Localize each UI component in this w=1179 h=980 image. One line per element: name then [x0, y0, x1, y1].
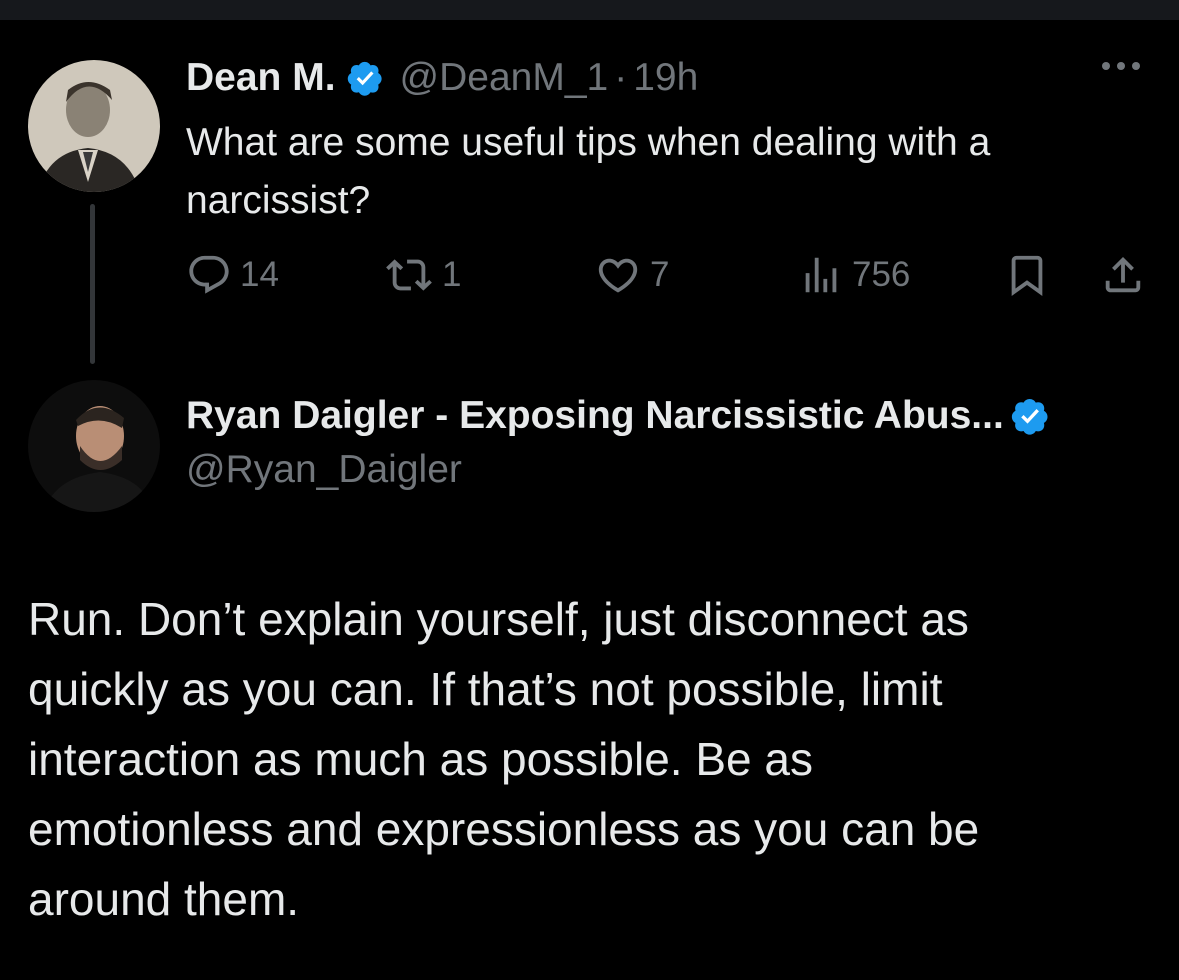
parent-tweet-text: What are some useful tips when dealing w… — [186, 114, 990, 230]
parent-display-name[interactable]: Dean M. — [186, 56, 336, 100]
share-icon — [1105, 256, 1141, 293]
views-button[interactable]: 756 — [798, 250, 910, 300]
reply-display-name[interactable]: Ryan Daigler - Exposing Narcissistic Abu… — [186, 394, 1004, 438]
parent-text-line: narcissist? — [186, 179, 371, 222]
avatar-dean[interactable] — [28, 60, 160, 192]
status-bar — [0, 0, 1179, 20]
reply-handle-row: @Ryan_Daigler — [186, 446, 462, 494]
reply-text-line: Run. Don’t explain yourself, just discon… — [28, 593, 969, 645]
like-count: 7 — [650, 255, 670, 294]
thread-connector-line — [90, 204, 95, 364]
verified-badge-icon — [1010, 396, 1050, 436]
reply-text-line: around them. — [28, 873, 300, 925]
reply-tweet-text: Run. Don’t explain yourself, just discon… — [28, 584, 1158, 934]
parent-handle[interactable]: @DeanM_1 — [400, 56, 609, 100]
reply-icon — [189, 255, 229, 294]
reply-tweet-header: Ryan Daigler - Exposing Narcissistic Abu… — [186, 392, 1050, 440]
more-icon[interactable] — [1102, 62, 1140, 70]
reply-text-line: quickly as you can. If that’s not possib… — [28, 663, 943, 715]
verified-badge-icon — [346, 59, 384, 97]
parent-tweet-header: Dean M. @DeanM_1 · 19h — [186, 54, 698, 102]
parent-action-bar: 14 1 7 756 — [186, 250, 1150, 300]
parent-timestamp[interactable]: 19h — [633, 56, 698, 100]
reply-count: 14 — [240, 255, 279, 294]
reply-text-line: emotionless and expressionless as you ca… — [28, 803, 980, 855]
handle-time-separator: · — [614, 56, 628, 99]
avatar-ryan[interactable] — [28, 380, 160, 512]
repost-count: 1 — [442, 255, 462, 294]
share-button[interactable] — [1100, 250, 1146, 300]
bookmark-icon — [1011, 255, 1043, 296]
repost-button[interactable]: 1 — [384, 250, 461, 300]
views-icon — [805, 257, 837, 293]
like-icon — [598, 258, 638, 293]
reply-button[interactable]: 14 — [186, 250, 279, 300]
reply-handle[interactable]: @Ryan_Daigler — [186, 448, 462, 492]
reply-text-line: interaction as much as possible. Be as — [28, 733, 813, 785]
like-button[interactable]: 7 — [594, 250, 669, 300]
views-count: 756 — [852, 255, 911, 294]
bookmark-button[interactable] — [1004, 250, 1050, 300]
parent-text-line: What are some useful tips when dealing w… — [186, 121, 991, 164]
repost-icon — [386, 259, 432, 291]
